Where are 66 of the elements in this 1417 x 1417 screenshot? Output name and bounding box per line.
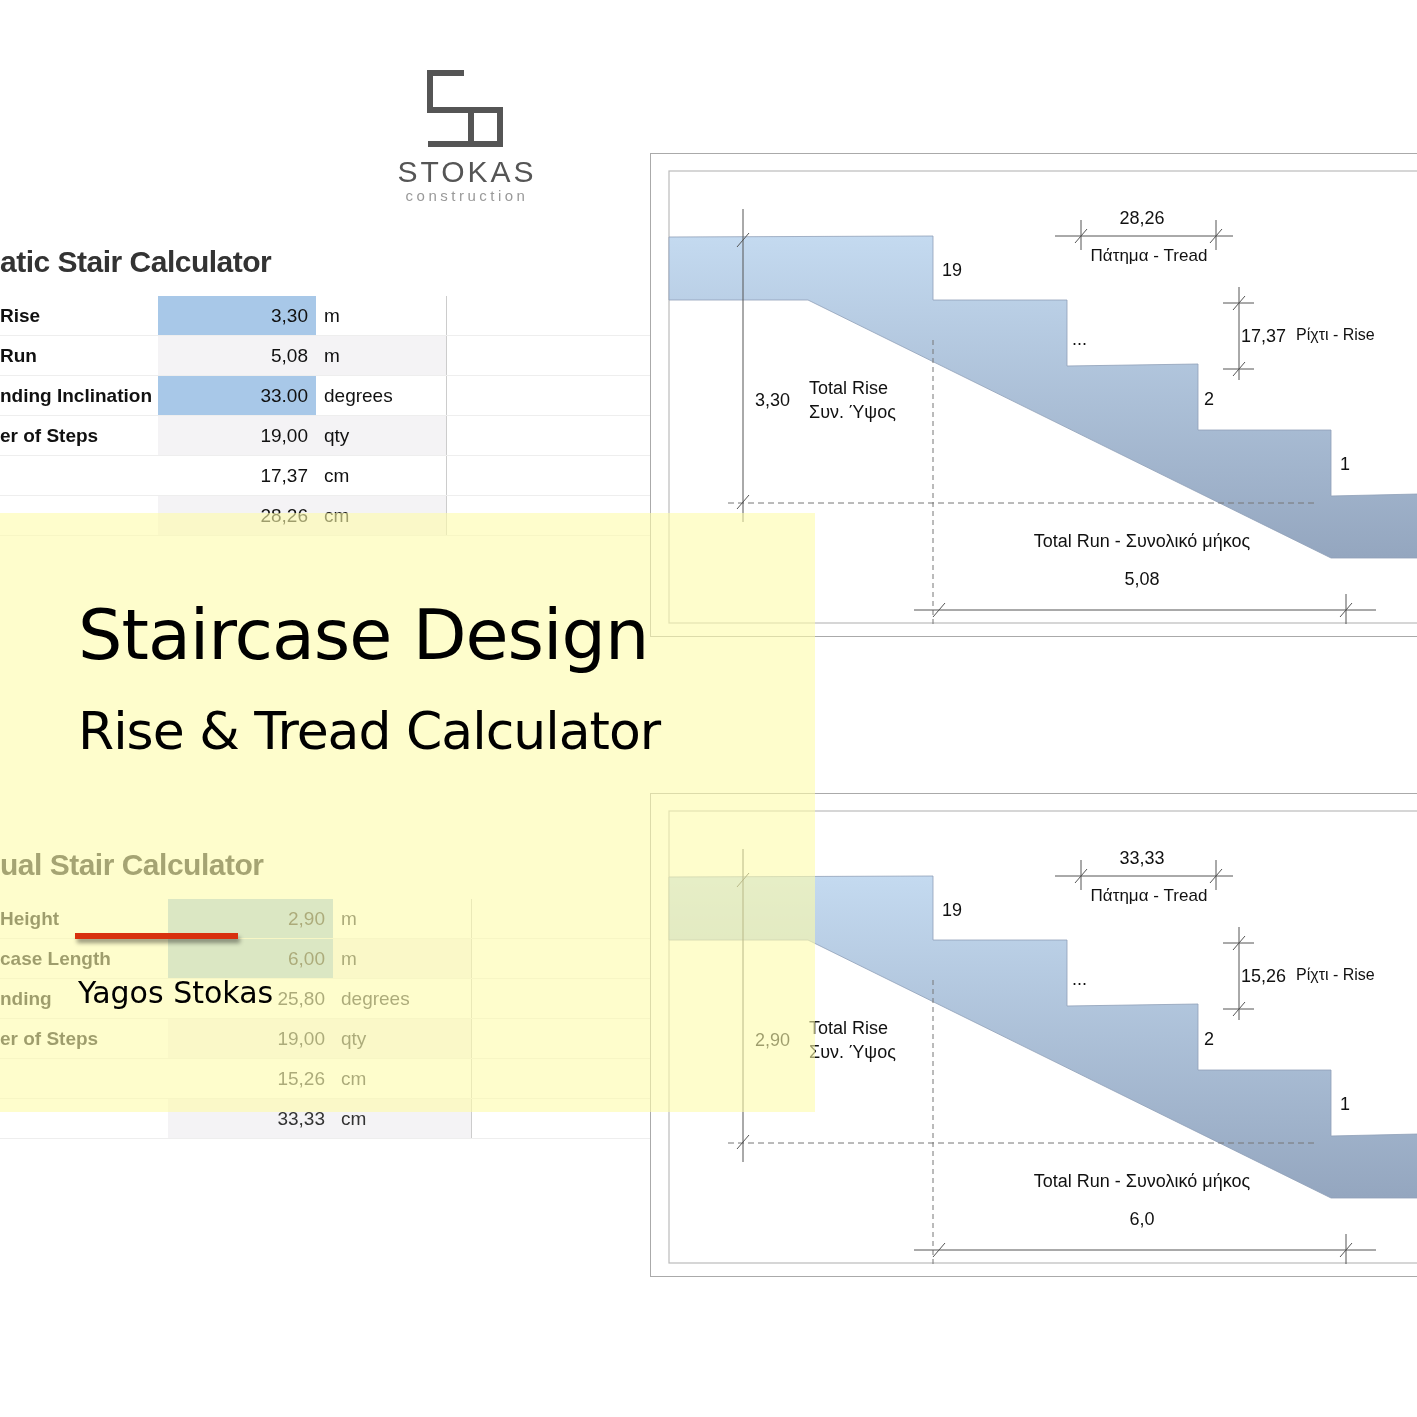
- step-number: 2: [1204, 389, 1214, 409]
- row-label: nding: [0, 987, 52, 1010]
- unit-cell: m: [316, 296, 447, 335]
- unit-cell: cm: [316, 496, 447, 535]
- dimension-value: 15,26: [1241, 966, 1287, 986]
- unit-cell: cm: [333, 1059, 472, 1098]
- unit-cell: degrees: [333, 979, 472, 1018]
- dimension-label: Total Rise: [809, 1018, 889, 1038]
- unit-cell: degrees: [316, 376, 447, 415]
- step-number: ...: [1072, 969, 1087, 989]
- cell-value: 28,26: [260, 504, 308, 527]
- unit-cell: qty: [316, 416, 447, 455]
- dimension-label: Συν. Ύψος: [809, 1042, 896, 1062]
- cell-value: 15,26: [277, 1067, 325, 1090]
- dimension-label: Ρίχτι - Rise: [1296, 966, 1375, 983]
- dimension-label: Συν. Ύψος: [809, 402, 896, 422]
- cell-value: 19,00: [277, 1027, 325, 1050]
- dimension-label: Total Run - Συνολικό μήκος: [1033, 1171, 1251, 1191]
- cell-value: 3,30: [271, 304, 308, 327]
- dimension-label: Total Rise: [809, 378, 889, 398]
- cover-title: Staircase Design: [78, 593, 649, 677]
- step-number: 1: [1340, 1094, 1350, 1114]
- cell-value: 19,00: [260, 424, 308, 447]
- unit-cell: cm: [316, 456, 447, 495]
- cover-subtitle: Rise & Tread Calculator: [78, 700, 661, 763]
- dimension-value: 5,08: [1124, 569, 1160, 589]
- cell-value: 2,90: [288, 907, 325, 930]
- row-label: Run: [0, 344, 37, 367]
- step-number: 1: [1340, 454, 1350, 474]
- row-label: er of Steps: [0, 424, 99, 447]
- dimension-label: Πάτημα - Tread: [1090, 886, 1208, 905]
- dimension-value: 6,0: [1129, 1209, 1155, 1229]
- cell-value: 33,33: [277, 1107, 325, 1130]
- dimension-value: 33,33: [1119, 848, 1165, 868]
- logo-icon: [426, 70, 504, 148]
- cell-value: 6,00: [288, 947, 325, 970]
- unit-cell: qty: [333, 1019, 472, 1058]
- dimension-value: 17,37: [1241, 326, 1287, 346]
- dimension-label: Πάτημα - Tread: [1090, 246, 1208, 265]
- unit-cell: cm: [333, 1099, 472, 1138]
- unit-cell: m: [333, 939, 472, 978]
- calculator-title: atic Stair Calculator: [0, 244, 273, 280]
- step-number: 19: [942, 900, 963, 920]
- unit-cell: m: [316, 336, 447, 375]
- dimension-value: 28,26: [1119, 208, 1165, 228]
- dimension-value: 2,90: [755, 1030, 791, 1050]
- dimension-label: Total Run - Συνολικό μήκος: [1033, 531, 1251, 551]
- cell-value: 33.00: [260, 384, 308, 407]
- dimension-label: Ρίχτι - Rise: [1296, 326, 1375, 343]
- row-label: case Length: [0, 947, 111, 970]
- author-name: Yagos Stokas: [78, 975, 274, 1011]
- row-label: Height: [0, 907, 60, 930]
- step-number: 19: [942, 260, 963, 280]
- calculator-title: ual Stair Calculator: [0, 847, 265, 883]
- row-label: er of Steps: [0, 1027, 99, 1050]
- dimension-value: 3,30: [755, 390, 791, 410]
- brand-name: STOKAS: [397, 156, 537, 188]
- step-number: ...: [1072, 329, 1087, 349]
- step-number: 2: [1204, 1029, 1214, 1049]
- row-label: Rise: [0, 304, 41, 327]
- cell-value: 5,08: [271, 344, 308, 367]
- row-label: nding Inclination: [0, 384, 152, 407]
- brand-tagline: construction: [405, 188, 529, 204]
- cell-value: 17,37: [260, 464, 308, 487]
- cell-value: 25,80: [277, 987, 325, 1010]
- unit-cell: m: [333, 899, 472, 938]
